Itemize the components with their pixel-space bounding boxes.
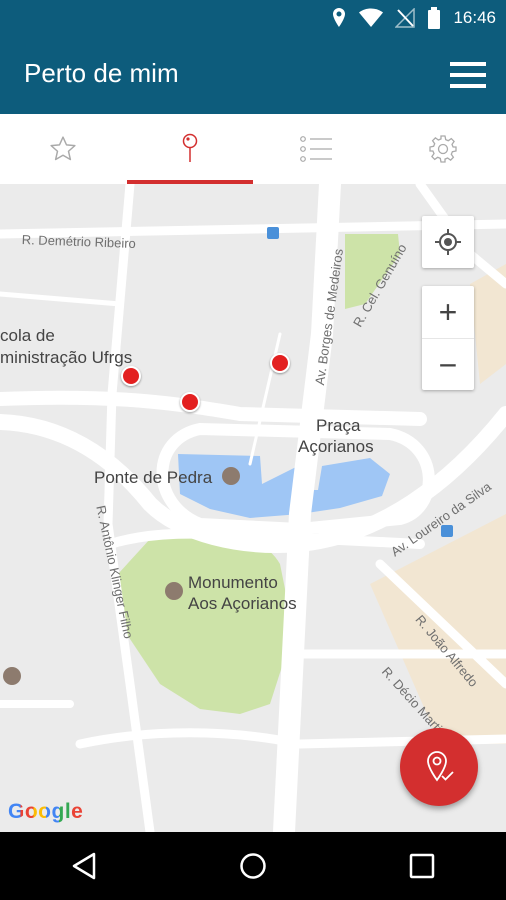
map-label-praca: Praça [316,416,361,435]
battery-icon [428,7,441,29]
map-marker[interactable] [121,366,141,386]
google-logo: Google [8,800,83,824]
tab-list[interactable] [253,114,380,184]
map-label-monumento: Monumento [188,573,278,592]
map-marker[interactable] [270,353,290,373]
status-time: 16:46 [453,8,496,27]
my-location-button[interactable] [422,216,474,268]
back-triangle-icon [73,852,96,880]
zoom-out-button[interactable]: − [422,338,474,391]
status-icons: 16:46 [331,6,496,30]
transit-icon [267,227,279,239]
map-label-escola: cola de [0,326,55,345]
status-bar: 16:46 [0,0,506,36]
poi-camera-icon [165,582,183,600]
location-status-icon [333,8,346,27]
map-marker[interactable] [180,392,200,412]
app-bar: Perto de mim [0,36,506,114]
recents-square-icon [409,853,434,879]
map-label-ponte: Ponte de Pedra [94,468,213,487]
nearby-places-fab[interactable] [400,728,478,806]
map-label-escola-line2: ministração Ufrgs [0,348,133,367]
list-icon [300,136,333,162]
tab-bar [0,114,506,185]
hamburger-menu-icon [450,62,486,88]
wifi-icon [359,8,384,27]
poi-camera-icon [3,667,21,685]
poi-camera-icon [222,467,240,485]
page-title: Perto de mim [24,58,179,88]
menu-button[interactable] [450,60,486,90]
tab-favorites[interactable] [0,114,127,184]
tab-settings[interactable] [380,114,506,184]
gear-icon [429,135,457,163]
location-check-icon [427,751,454,782]
recents-button[interactable] [392,836,452,896]
zoom-in-button[interactable]: + [422,286,474,338]
map-label-praca-line2: Açorianos [298,437,374,456]
map-pin-icon [182,133,197,162]
crosshair-icon [435,229,461,255]
tab-nearby[interactable] [126,114,254,184]
home-circle-icon [240,853,266,879]
google-logo-text: Google [8,800,84,823]
zoom-controls: + − [422,286,474,390]
map-label-monumento-line2: Aos Açorianos [188,594,297,613]
no-signal-icon [395,8,416,28]
star-icon [50,136,76,161]
back-button[interactable] [54,836,114,896]
system-nav-bar [0,832,506,900]
home-button[interactable] [223,836,283,896]
